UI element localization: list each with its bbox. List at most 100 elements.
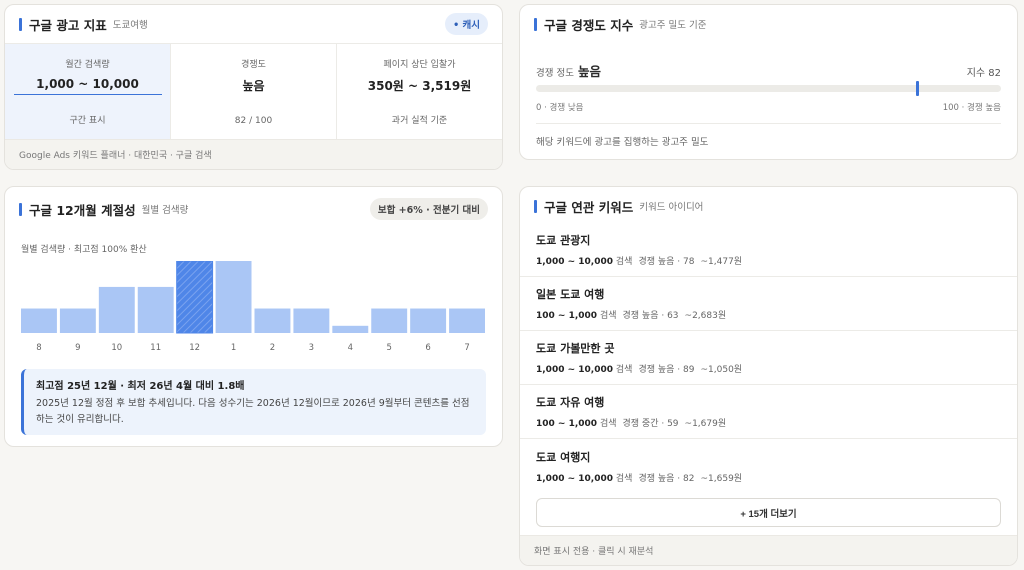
related-keywords-card: 구글 연관 키워드 키워드 아이디어 도쿄 관광지 1,000 ~ 10,000… <box>519 186 1018 566</box>
chart-tick-label: 9 <box>75 343 80 353</box>
chart-bar <box>137 286 174 333</box>
competition-index: 지수 82 <box>966 68 1001 79</box>
metric-label: 페이지 상단 입찰가 <box>383 60 456 70</box>
metric-competition[interactable]: 경쟁도 높음 82 / 100 <box>171 44 337 139</box>
chart-tick-label: 5 <box>386 343 391 353</box>
ad-metrics-footer: Google Ads 키워드 플래너 · 대한민국 · 구글 검색 <box>5 139 502 169</box>
competition-label: 경쟁 정도 <box>536 68 574 79</box>
metrics-row: 월간 검색량 1,000 ~ 10,000 구간 표시 경쟁도 높음 82 / … <box>5 43 502 139</box>
keyword-search-label: 검색 <box>615 257 633 267</box>
keyword-bid: ~1,477원 <box>700 257 743 267</box>
chart-caption: 월별 검색량 · 최고점 100% 환산 <box>21 245 147 255</box>
keyword-meta: 1,000 ~ 10,000 검색 경쟁 높음 · 82 ~1,659원 <box>536 471 1001 484</box>
competition-subtitle: 광고주 밀도 기준 <box>639 20 707 31</box>
keyword-search-label: 검색 <box>599 419 617 429</box>
keyword-list: 도쿄 관광지 1,000 ~ 10,000 검색 경쟁 높음 · 78 ~1,477… <box>520 223 1017 493</box>
related-footer: 화면 표시 전용 · 클릭 시 재분석 <box>520 535 1017 565</box>
chart-bar <box>21 308 57 333</box>
gauge-low-label: 0 · 경쟁 낮음 <box>536 103 584 113</box>
chart-tick-label: 4 <box>348 343 353 353</box>
seasonality-card: 구글 12개월 계절성 월별 검색량 보합 +6% · 전분기 대비 월별 검색… <box>4 186 503 447</box>
chart-bar <box>410 308 447 333</box>
competition-card: 구글 경쟁도 지수 광고주 밀도 기준 경쟁 정도 높음 지수 82 0 · 경… <box>519 4 1018 160</box>
chart-tick-label: 10 <box>111 343 122 353</box>
metric-value: 350원 ~ 3,519원 <box>367 79 472 93</box>
chart-tick-label: 7 <box>464 343 469 353</box>
title-accent-bar <box>534 17 537 31</box>
show-more-button[interactable]: + 15개 더보기 <box>536 498 1001 527</box>
keyword-volume: 1,000 ~ 10,000 <box>536 365 614 375</box>
keyword-bid: ~1,679원 <box>684 419 727 429</box>
keyword-competition: 경쟁 높음 · 89 <box>638 365 695 375</box>
chart-tick-label: 2 <box>270 343 275 353</box>
chart-bar <box>254 308 291 333</box>
keyword-meta: 1,000 ~ 10,000 검색 경쟁 높음 · 78 ~1,477원 <box>536 254 1001 267</box>
chart-tick-label: 6 <box>425 343 430 353</box>
keyword-item[interactable]: 도쿄 관광지 1,000 ~ 10,000 검색 경쟁 높음 · 78 ~1,477… <box>520 223 1017 277</box>
chart-bar <box>371 308 408 333</box>
title-accent-bar <box>19 202 22 216</box>
peak-insight-box: 최고점 25년 12월 · 최저 26년 4월 대비 1.8배 2025년 12… <box>21 369 486 435</box>
metric-value: 1,000 ~ 10,000 <box>13 77 162 95</box>
keyword-bid: ~1,050원 <box>700 365 743 375</box>
ad-metrics-card: 구글 광고 지표 도쿄여행 • 캐시 월간 검색량 1,000 ~ 10,000… <box>4 4 503 170</box>
ad-metrics-header: 구글 광고 지표 도쿄여행 • 캐시 <box>5 5 502 43</box>
keyword-competition: 경쟁 높음 · 63 <box>622 311 679 321</box>
title-accent-bar <box>19 17 22 31</box>
gauge-labels: 0 · 경쟁 낮음 100 · 경쟁 높음 <box>536 101 1001 113</box>
title-accent-bar <box>534 199 537 213</box>
keyword-volume: 1,000 ~ 10,000 <box>536 473 614 484</box>
chart-bar <box>176 261 214 334</box>
keyword-name: 도쿄 가볼만한 곳 <box>536 342 615 355</box>
chart-tick-label: 11 <box>150 343 161 353</box>
keyword-bid: ~1,659원 <box>700 473 743 484</box>
keyword-name: 도쿄 여행지 <box>536 450 591 464</box>
keyword-competition: 경쟁 높음 · 78 <box>638 257 695 267</box>
peak-body: 2025년 12월 정점 후 보합 추세입니다. 다음 성수기는 2026년 1… <box>36 398 470 425</box>
keyword-competition: 경쟁 중간 · 59 <box>622 419 679 429</box>
metric-foot: 82 / 100 <box>234 116 273 126</box>
chart-bar <box>293 308 330 333</box>
metric-top-bid[interactable]: 페이지 상단 입찰가 350원 ~ 3,519원 과거 실적 기준 <box>337 44 502 139</box>
cache-badge: • 캐시 <box>445 13 488 35</box>
chart-bar <box>98 286 135 333</box>
related-subtitle: 키워드 아이디어 <box>639 202 704 213</box>
keyword-search-label: 검색 <box>599 311 617 321</box>
related-title: 구글 연관 키워드 <box>544 199 634 215</box>
metric-label: 월간 검색량 <box>65 60 110 70</box>
competition-header: 구글 경쟁도 지수 광고주 밀도 기준 <box>520 5 1017 43</box>
gauge-high-label: 100 · 경쟁 높음 <box>942 103 1001 113</box>
keyword-volume: 1,000 ~ 10,000 <box>536 257 614 267</box>
keyword-item[interactable]: 도쿄 가볼만한 곳 1,000 ~ 10,000 검색 경쟁 높음 · 89 ~1,… <box>520 331 1017 385</box>
metric-monthly-volume[interactable]: 월간 검색량 1,000 ~ 10,000 구간 표시 <box>5 44 171 139</box>
keyword-name: 도쿄 관광지 <box>536 234 591 247</box>
ad-metrics-keyword: 도쿄여행 <box>112 20 148 31</box>
related-header: 구글 연관 키워드 키워드 아이디어 <box>520 187 1017 225</box>
competition-value: 높음 <box>577 64 601 79</box>
keyword-item[interactable]: 도쿄 여행지 1,000 ~ 10,000 검색 경쟁 높음 · 82 ~1,659… <box>520 439 1017 493</box>
keyword-name: 도쿄 자유 여행 <box>536 396 605 409</box>
chart-tick-label: 3 <box>309 343 314 353</box>
metric-foot: 구간 표시 <box>69 116 106 126</box>
trend-badge: 보합 +6% · 전분기 대비 <box>369 198 488 220</box>
chart-bar <box>449 308 485 333</box>
keyword-item[interactable]: 일본 도쿄 여행 100 ~ 1,000 검색 경쟁 높음 · 63 ~2,683원 <box>520 277 1017 331</box>
seasonality-header: 구글 12개월 계절성 월별 검색량 보합 +6% · 전분기 대비 <box>5 187 502 231</box>
keyword-meta: 100 ~ 1,000 검색 경쟁 중간 · 59 ~1,679원 <box>536 416 1001 429</box>
metric-foot: 과거 실적 기준 <box>391 116 448 126</box>
metric-value: 높음 <box>242 79 265 93</box>
keyword-competition: 경쟁 높음 · 82 <box>638 473 695 484</box>
keyword-meta: 100 ~ 1,000 검색 경쟁 높음 · 63 ~2,683원 <box>536 308 1001 321</box>
metric-label: 경쟁도 <box>241 60 266 70</box>
chart-tick-label: 1 <box>231 343 236 353</box>
peak-title: 최고점 25년 12월 · 최저 26년 4월 대비 1.8배 <box>36 381 245 392</box>
ad-metrics-title: 구글 광고 지표 <box>29 17 107 33</box>
competition-gauge-marker <box>915 81 919 96</box>
competition-summary: 경쟁 정도 높음 지수 82 <box>536 61 1001 80</box>
chart-bar <box>332 325 369 333</box>
chart-tick-label: 12 <box>189 343 200 353</box>
keyword-item[interactable]: 도쿄 자유 여행 100 ~ 1,000 검색 경쟁 중간 · 59 ~1,679원 <box>520 385 1017 439</box>
chart-bar <box>215 261 252 333</box>
competition-note: 해당 키워드에 광고를 집행하는 광고주 밀도 <box>536 123 1001 148</box>
seasonality-chart: 8 9 10 11 12 1 2 3 4 5 6 7 <box>21 261 485 353</box>
